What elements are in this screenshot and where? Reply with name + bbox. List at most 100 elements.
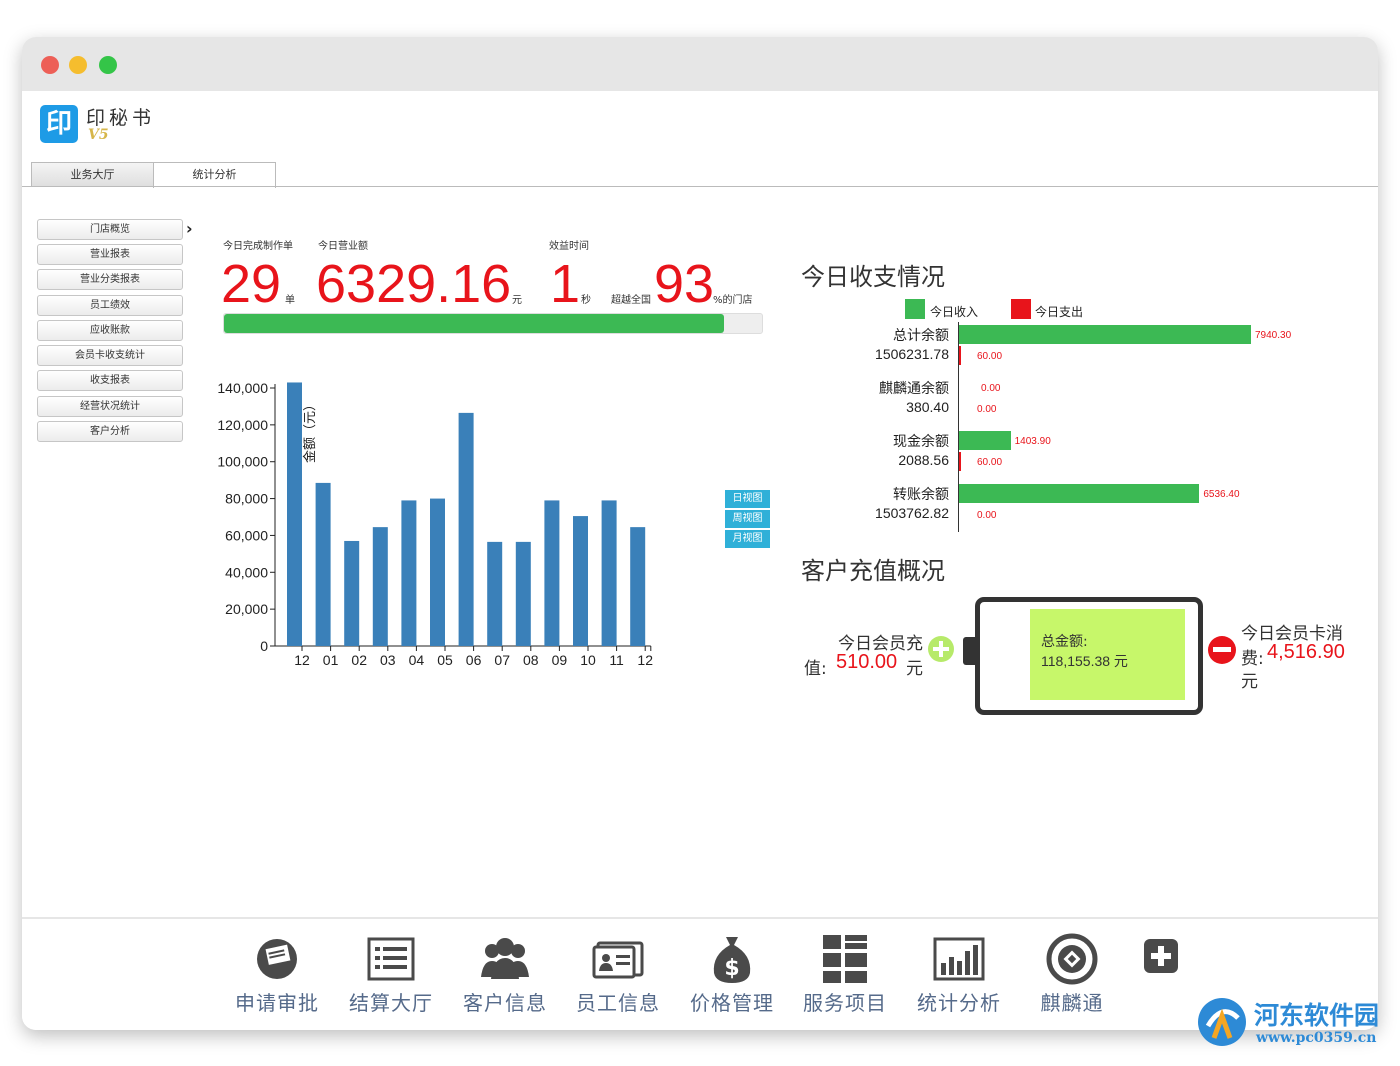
x-tick-label: 06 [466,652,482,668]
chart-bar [544,500,560,646]
expense-value-label: 0.00 [977,510,997,521]
beat-value: 93 [654,254,715,314]
account-balance: 1506231.78 [875,346,949,362]
nav-employees[interactable]: 员工信息 [568,933,668,1016]
legend-income-label: 今日收入 [930,305,979,319]
sidebar-item-category-report[interactable]: 营业分类报表 [37,269,183,290]
nav-services-label: 服务项目 [803,991,887,1015]
x-tick-label: 12 [294,652,310,668]
sidebar-item-store-overview[interactable]: 门店概览 [37,219,183,240]
app-logo-icon: 印 [40,105,78,143]
legend-expense-swatch [1011,299,1031,319]
bar-chart-icon [933,937,985,981]
expense-bar [959,452,961,471]
income-bar [959,484,1200,503]
x-tick-label: 07 [494,652,510,668]
nav-services[interactable]: 服务项目 [795,933,895,1016]
y-tick-label: 40,000 [225,564,268,580]
y-tick-label: 20,000 [225,601,268,617]
maximize-window-button[interactable] [99,56,117,74]
nav-customers[interactable]: 客户信息 [455,933,555,1016]
sidebar-item-income-expense-report[interactable]: 收支报表 [37,370,183,391]
y-tick-label: 80,000 [225,491,268,507]
svg-text:$: $ [724,956,739,981]
x-tick-label: 04 [409,652,425,668]
close-window-button[interactable] [41,56,59,74]
tab-business-hall[interactable]: 业务大厅 [31,162,154,187]
sidebar-item-member-card-stats[interactable]: 会员卡收支统计 [37,345,183,366]
week-view-button[interactable]: 周视图 [725,510,770,528]
revenue-value: 6329.16 [316,254,512,314]
recharge-title: 客户充值概况 [801,557,945,585]
account-balance: 380.40 [906,399,949,415]
account-balance: 1503762.82 [875,505,949,521]
chart-bar [515,541,531,646]
y-tick-label: 140,000 [217,380,268,396]
income-value-label: 0.00 [981,383,1001,394]
recharge-value: 510.00 [836,651,898,673]
watermark-url: www.pc0359.cn [1256,1030,1377,1046]
sidebar-item-sales-report[interactable]: 营业报表 [37,244,183,265]
money-bag-icon: $ [713,937,751,983]
chart-bar [287,382,302,646]
nav-statistics-label: 统计分析 [917,991,1001,1015]
time-label: 效益时间 [549,241,589,252]
expense-value-label: 60.00 [977,457,1003,468]
orders-unit: 单 [285,295,295,306]
nav-add[interactable] [1110,933,1210,985]
sidebar-item-customer-analysis[interactable]: 客户分析 [37,421,183,442]
orders-value: 29 [221,254,282,314]
nav-price-label: 价格管理 [690,991,774,1015]
orders-label: 今日完成制作单 [223,241,293,252]
app-window: 印 印秘书 V5 业务大厅 统计分析 门店概览 › 营业报表 营业分类报表 员工… [22,37,1378,1030]
chart-bar [601,500,617,646]
recharge-label-b: 值: [804,659,827,679]
nav-checkout[interactable]: 结算大厅 [341,933,441,1016]
account-name: 转账余额 [893,486,949,502]
battery-fill: 总金额: 118,155.38 元 [1030,609,1185,700]
income-value-label: 1403.90 [1014,436,1051,447]
chart-bar [487,541,503,646]
nav-price[interactable]: $ 价格管理 [682,933,782,1016]
beat-prefix: 超越全国 [611,295,651,306]
time-unit: 秒 [581,295,591,306]
consume-label-b: 费: [1241,649,1264,669]
time-value: 1 [550,254,581,314]
qilintong-icon [1046,933,1098,985]
battery-cap [963,637,975,665]
x-tick-label: 10 [580,652,596,668]
sidebar-item-operating-stats[interactable]: 经营状况统计 [37,396,183,417]
monthly-revenue-chart: 140,000 120,000 100,000 80,000 60,000 40,000 2… [217,380,653,668]
nav-checkout-label: 结算大厅 [349,991,433,1015]
y-tick-label: 120,000 [217,417,268,433]
employee-card-icon [592,941,644,979]
balance-battery-gauge: 总金额: 118,155.38 元 [975,597,1203,715]
x-tick-label: 09 [552,652,568,668]
x-tick-label: 11 [609,652,624,668]
services-grid-icon [823,935,867,983]
nav-approval[interactable]: 申请审批 [227,933,327,1016]
month-view-button[interactable]: 月视图 [725,530,770,548]
x-tick-label: 02 [351,652,367,668]
add-icon [1144,939,1178,973]
day-view-button[interactable]: 日视图 [725,490,770,508]
account-name: 麒麟通余额 [879,380,949,396]
x-tick-label: 03 [380,652,396,668]
nav-statistics[interactable]: 统计分析 [909,933,1009,1016]
nav-qilintong-label: 麒麟通 [1040,991,1104,1015]
sidebar-item-receivables[interactable]: 应收账款 [37,320,183,341]
income-bar [959,431,1011,450]
nav-qilintong[interactable]: 麒麟通 [1022,933,1122,1016]
tab-statistics[interactable]: 统计分析 [153,162,276,188]
sidebar-item-employee-performance[interactable]: 员工绩效 [37,295,183,316]
chart-bar [372,527,388,646]
legend-expense-label: 今日支出 [1035,305,1084,319]
minimize-window-button[interactable] [69,56,87,74]
x-tick-label: 05 [437,652,453,668]
beat-suffix: %的门店 [713,295,753,306]
watermark-logo-icon [1198,998,1246,1046]
income-value-label: 6536.40 [1203,489,1240,500]
x-tick-label: 01 [323,652,339,668]
ranking-progress-fill [224,314,725,333]
chart-bar [401,500,417,646]
